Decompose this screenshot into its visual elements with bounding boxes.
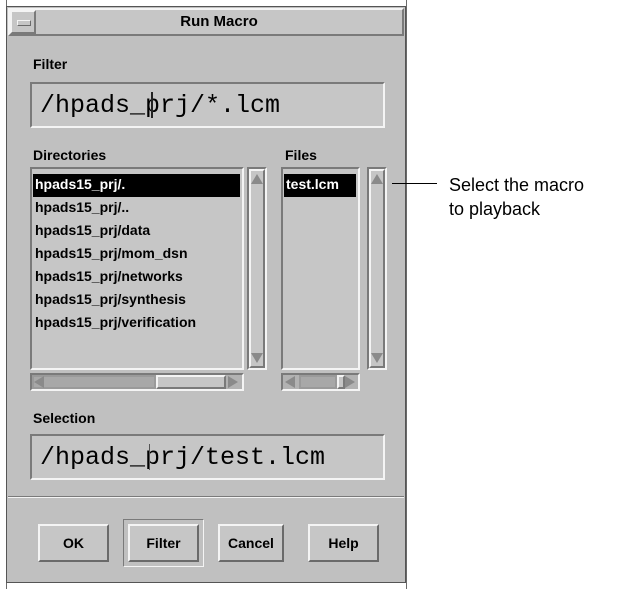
directories-label: Directories — [33, 147, 107, 163]
window-title: Run Macro — [180, 13, 258, 30]
directories-list[interactable]: hpads15_prj/. hpads15_prj/.. hpads15_prj… — [30, 167, 244, 370]
files-list[interactable]: test.lcm — [281, 167, 360, 370]
file-item-test[interactable]: test.lcm — [284, 174, 356, 197]
scrollbar-thumb[interactable] — [156, 375, 226, 389]
directory-item-verification[interactable]: hpads15_prj/verification — [33, 312, 242, 335]
scrollbar-thumb[interactable] — [337, 375, 345, 389]
callout-line-1: Select the macro — [449, 175, 585, 195]
scroll-left-arrow-icon[interactable] — [285, 376, 295, 388]
selection-field[interactable]: /hpads_prj/test.lcm — [30, 434, 385, 480]
directory-item-parent[interactable]: hpads15_prj/.. — [33, 197, 242, 220]
scroll-right-arrow-icon[interactable] — [345, 376, 355, 388]
scrollbar-trough-left — [32, 375, 156, 389]
scroll-up-arrow-icon[interactable] — [371, 174, 383, 184]
window-menu-button[interactable] — [10, 10, 36, 34]
selection-label: Selection — [33, 410, 96, 426]
filter-button[interactable]: Filter — [128, 524, 199, 562]
scroll-left-arrow-icon[interactable] — [34, 376, 44, 388]
callout-annotation: Select the macro to playback — [449, 173, 614, 221]
help-button[interactable]: Help — [308, 524, 379, 562]
files-label: Files — [285, 147, 317, 163]
files-horizontal-scrollbar[interactable] — [281, 373, 360, 391]
scrollbar-thumb[interactable] — [369, 169, 385, 368]
callout-line-2: to playback — [449, 199, 541, 219]
scroll-up-arrow-icon[interactable] — [251, 174, 263, 184]
scrollbar-trough-left — [299, 375, 337, 389]
filter-label: Filter — [33, 56, 68, 72]
cancel-button[interactable]: Cancel — [218, 524, 284, 562]
scroll-right-arrow-icon[interactable] — [228, 376, 238, 388]
filter-field[interactable]: /hpads_prj/*.lcm — [30, 82, 385, 128]
directory-item-networks[interactable]: hpads15_prj/networks — [33, 266, 242, 289]
directory-item-current[interactable]: hpads15_prj/. — [33, 174, 240, 197]
separator — [8, 496, 404, 498]
directories-horizontal-scrollbar[interactable] — [30, 373, 244, 391]
window-menu-icon — [17, 20, 31, 26]
ok-button[interactable]: OK — [38, 524, 109, 562]
scroll-down-arrow-icon[interactable] — [251, 353, 263, 363]
text-cursor — [151, 92, 153, 118]
callout-line — [392, 183, 437, 184]
directory-item-mom-dsn[interactable]: hpads15_prj/mom_dsn — [33, 243, 242, 266]
directory-item-synthesis[interactable]: hpads15_prj/synthesis — [33, 289, 242, 312]
directories-vertical-scrollbar[interactable] — [247, 167, 267, 370]
scroll-down-arrow-icon[interactable] — [371, 353, 383, 363]
scrollbar-thumb[interactable] — [249, 169, 265, 368]
files-vertical-scrollbar[interactable] — [367, 167, 387, 370]
directory-item-data[interactable]: hpads15_prj/data — [33, 220, 242, 243]
text-cursor — [149, 444, 150, 470]
